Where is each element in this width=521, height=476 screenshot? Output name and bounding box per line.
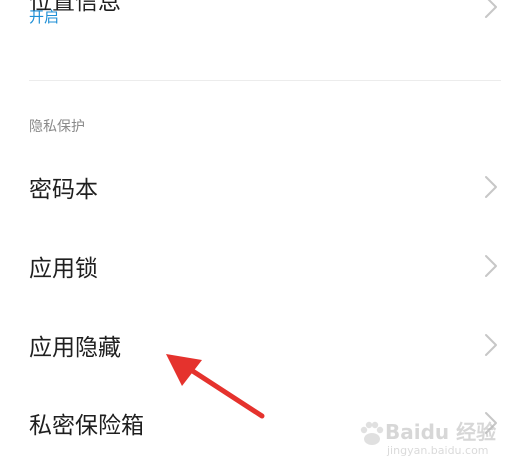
row-title: 私密保险箱 [29, 413, 144, 439]
row-status: 开启 [29, 8, 60, 26]
watermark-url: jingyan.baidu.com [387, 444, 489, 457]
section-divider [29, 80, 501, 81]
chevron-right-icon [481, 174, 501, 200]
red-arrow-icon [160, 348, 270, 424]
paw-icon [360, 421, 384, 445]
watermark-text: Baidu 经验 [385, 420, 497, 444]
settings-row-password-notes[interactable]: 密码本 [0, 160, 521, 216]
chevron-right-icon [481, 0, 501, 20]
row-title: 应用锁 [29, 256, 98, 282]
chevron-right-icon [481, 253, 501, 279]
chevron-right-icon [481, 332, 501, 358]
settings-row-location[interactable]: 位置信息 开启 [0, 0, 521, 58]
baidu-watermark: Baidu 经验 jingyan.baidu.com [357, 414, 507, 464]
settings-row-app-lock[interactable]: 应用锁 [0, 239, 521, 295]
section-header-privacy: 隐私保护 [29, 119, 85, 135]
row-title: 密码本 [29, 177, 98, 203]
settings-screen: 位置信息 开启 隐私保护 密码本 应用锁 应用隐藏 私密保险箱 Baidu 经验… [0, 0, 521, 476]
row-title: 应用隐藏 [29, 335, 121, 361]
